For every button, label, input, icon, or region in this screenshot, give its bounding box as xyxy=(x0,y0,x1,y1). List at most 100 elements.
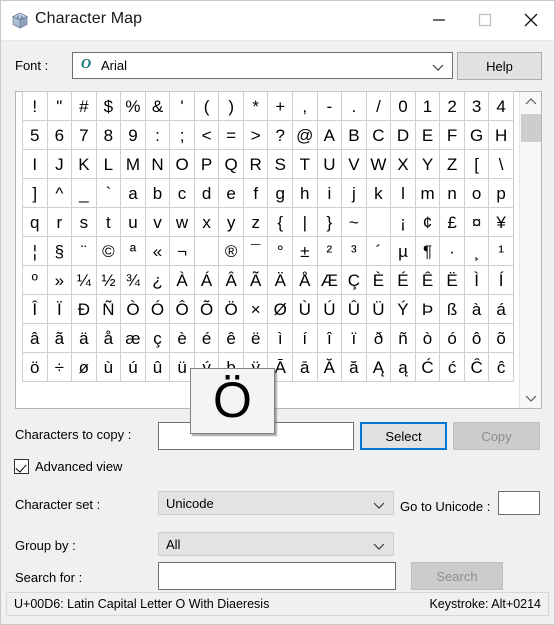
scrollbar-thumb[interactable] xyxy=(521,114,541,142)
character-cell[interactable]: 8 xyxy=(95,120,122,150)
character-cell[interactable]: Ò xyxy=(120,294,146,324)
character-cell[interactable]: a xyxy=(120,178,146,208)
character-cell[interactable]: * xyxy=(242,91,269,121)
character-cell[interactable]: ¿ xyxy=(144,265,171,295)
character-cell[interactable]: Z xyxy=(439,149,465,179)
character-cell[interactable]: ß xyxy=(439,294,465,324)
character-cell[interactable]: û xyxy=(144,352,171,382)
character-cell[interactable]: ø xyxy=(71,352,97,382)
character-cell[interactable]: ë xyxy=(242,323,269,353)
character-cell[interactable]: ¼ xyxy=(71,265,97,295)
character-cell[interactable]: z xyxy=(242,207,269,237)
character-cell[interactable]: ( xyxy=(193,91,220,121)
character-cell[interactable]: 1 xyxy=(414,91,441,121)
character-cell[interactable]: \ xyxy=(488,149,514,179)
character-cell[interactable]: E xyxy=(414,120,441,150)
character-cell[interactable]: 7 xyxy=(71,120,97,150)
character-cell[interactable]: 6 xyxy=(46,120,73,150)
character-cell[interactable]: " xyxy=(46,91,73,121)
character-cell[interactable]: ¡ xyxy=(390,207,416,237)
character-cell[interactable]: k xyxy=(365,178,392,208)
character-cell[interactable]: w xyxy=(169,207,195,237)
character-cell[interactable]: P xyxy=(193,149,220,179)
character-cell[interactable]: ¯ xyxy=(242,236,269,266)
character-cell[interactable]: ; xyxy=(169,120,195,150)
character-cell[interactable]: Ć xyxy=(414,352,441,382)
character-cell[interactable]: > xyxy=(242,120,269,150)
character-cell[interactable]: d xyxy=(193,178,220,208)
character-cell[interactable]: Ó xyxy=(144,294,171,324)
character-cell[interactable]: Ï xyxy=(46,294,73,324)
character-cell[interactable]: l xyxy=(390,178,416,208)
character-cell[interactable]: ¢ xyxy=(414,207,441,237)
character-cell[interactable]: O xyxy=(169,149,195,179)
character-cell[interactable]: 4 xyxy=(488,91,514,121)
go-to-unicode-input[interactable] xyxy=(498,491,540,515)
character-cell[interactable]: B xyxy=(341,120,367,150)
character-cell[interactable]: ò xyxy=(414,323,441,353)
character-cell[interactable]: r xyxy=(46,207,73,237)
character-cell[interactable]: , xyxy=(292,91,318,121)
character-cell[interactable]: ` xyxy=(95,178,122,208)
character-cell[interactable]: ° xyxy=(267,236,294,266)
character-cell[interactable]: ć xyxy=(439,352,465,382)
character-cell[interactable]: F xyxy=(439,120,465,150)
character-cell[interactable]: . xyxy=(341,91,367,121)
character-cell[interactable]: g xyxy=(267,178,294,208)
character-cell[interactable]: æ xyxy=(120,323,146,353)
character-cell[interactable]: ¨ xyxy=(71,236,97,266)
character-cell[interactable]: H xyxy=(488,120,514,150)
character-cell[interactable]: D xyxy=(390,120,416,150)
character-cell[interactable]: Ö xyxy=(218,294,244,324)
character-cell[interactable]: ? xyxy=(267,120,294,150)
character-cell[interactable]: º xyxy=(22,265,48,295)
character-cell[interactable]: Ã xyxy=(242,265,269,295)
scroll-down-icon[interactable] xyxy=(520,388,542,408)
character-cell[interactable]: o xyxy=(463,178,490,208)
character-cell[interactable]: Ì xyxy=(463,265,490,295)
character-cell[interactable]: ð xyxy=(365,323,392,353)
character-cell[interactable]: < xyxy=(193,120,220,150)
character-cell[interactable]: î xyxy=(316,323,343,353)
character-cell[interactable]: S xyxy=(267,149,294,179)
character-cell[interactable]: @ xyxy=(292,120,318,150)
character-cell[interactable]: À xyxy=(169,265,195,295)
character-cell[interactable]: $ xyxy=(95,91,122,121)
character-cell[interactable]: # xyxy=(71,91,97,121)
character-cell[interactable]: % xyxy=(120,91,146,121)
character-cell[interactable]: Û xyxy=(341,294,367,324)
character-cell[interactable]: ç xyxy=(144,323,171,353)
minimize-icon[interactable] xyxy=(416,1,462,39)
character-cell[interactable]: M xyxy=(120,149,146,179)
character-cell[interactable]: 3 xyxy=(463,91,490,121)
character-cell[interactable]: ^ xyxy=(46,178,73,208)
character-cell[interactable]: Ñ xyxy=(95,294,122,324)
character-cell[interactable]: _ xyxy=(71,178,97,208)
character-cell[interactable]: Í xyxy=(488,265,514,295)
character-cell[interactable]: ñ xyxy=(390,323,416,353)
character-cell[interactable]: ĉ xyxy=(488,352,514,382)
character-cell[interactable]: 0 xyxy=(390,91,416,121)
character-cell[interactable]: ó xyxy=(439,323,465,353)
character-cell[interactable]: q xyxy=(22,207,48,237)
character-cell[interactable]: h xyxy=(292,178,318,208)
character-cell[interactable]: G xyxy=(463,120,490,150)
character-cell[interactable]: N xyxy=(144,149,171,179)
character-cell[interactable]: ã xyxy=(46,323,73,353)
character-cell[interactable]: J xyxy=(46,149,73,179)
character-cell[interactable]: ê xyxy=(218,323,244,353)
character-cell[interactable]: È xyxy=(365,265,392,295)
character-grid[interactable]: ! " # $% & '() * +, -./0 1 2 3 4 5 6 7 8 9:; < = >? @ A B C D E F G H… xyxy=(22,91,514,382)
character-cell[interactable]: v xyxy=(144,207,171,237)
character-cell[interactable]: ª xyxy=(120,236,146,266)
character-cell[interactable]: p xyxy=(488,178,514,208)
character-cell[interactable]: A xyxy=(316,120,343,150)
character-cell[interactable]: ³ xyxy=(341,236,367,266)
character-cell[interactable]: ô xyxy=(463,323,490,353)
character-cell[interactable]: t xyxy=(95,207,122,237)
character-cell[interactable]: { xyxy=(267,207,294,237)
character-cell[interactable]: s xyxy=(71,207,97,237)
character-cell[interactable]: n xyxy=(439,178,465,208)
character-cell[interactable]: } xyxy=(316,207,343,237)
character-cell[interactable]: Ú xyxy=(316,294,343,324)
